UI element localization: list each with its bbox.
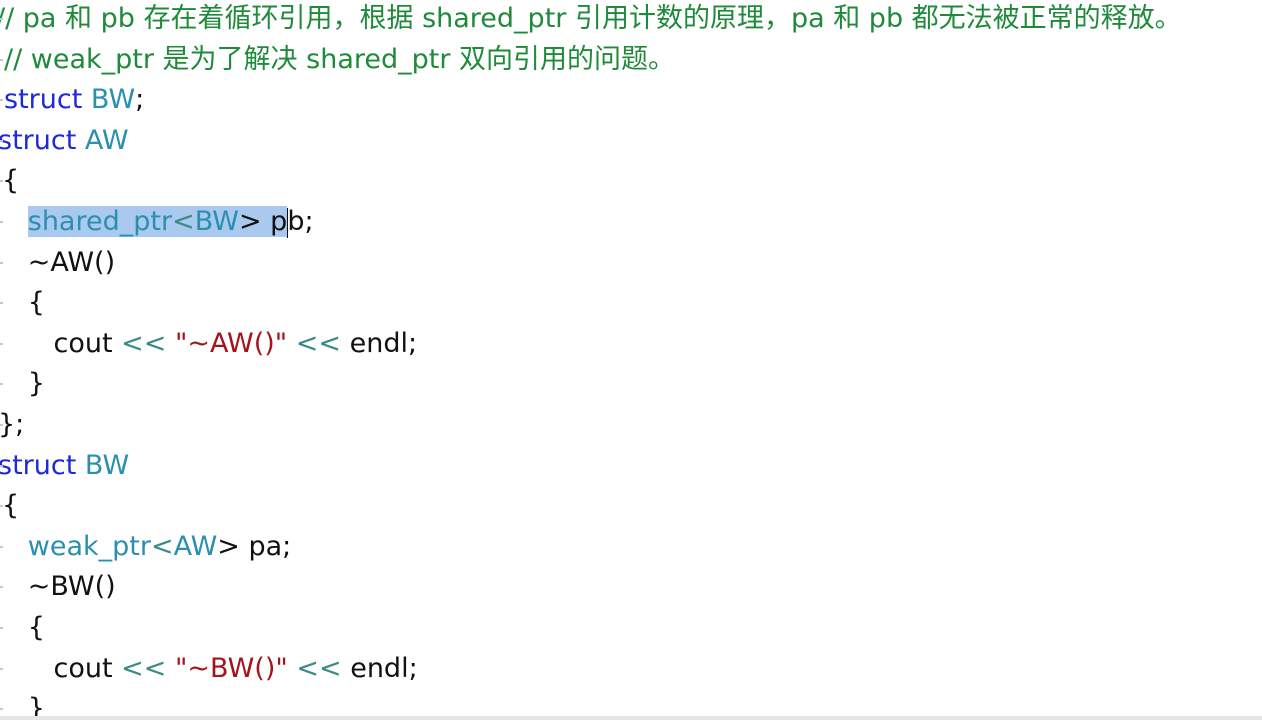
gutter-marker — [0, 18, 3, 20]
code-token: weak_ptr — [27, 530, 151, 562]
gutter-marker — [0, 99, 3, 102]
code-line[interactable]: ~BW() — [2, 566, 116, 607]
code-editor[interactable]: // pa 和 pb 存在着循环引用，根据 shared_ptr 引用计数的原理… — [0, 0, 1262, 716]
code-token: "~BW()" — [174, 652, 288, 684]
code-line[interactable]: struct BW; — [4, 79, 144, 120]
code-token: shared_ptr — [27, 206, 173, 237]
gutter-marker — [0, 505, 3, 508]
gutter-marker — [0, 545, 3, 548]
code-token: < — [172, 206, 195, 237]
code-line[interactable]: { — [2, 607, 45, 648]
code-line[interactable]: shared_ptr<BW> pb; — [2, 201, 314, 242]
code-line[interactable]: }; — [0, 404, 24, 445]
code-line[interactable]: struct BW — [0, 445, 129, 486]
gutter-marker — [0, 221, 3, 223]
gutter-marker — [0, 58, 3, 61]
gutter-marker — [0, 383, 3, 386]
code-token: { — [2, 612, 45, 643]
code-line[interactable]: { — [2, 485, 19, 526]
code-token: << — [296, 652, 342, 684]
code-token: { — [2, 287, 45, 319]
code-token: << — [121, 652, 167, 684]
code-token: > pa; — [217, 530, 292, 562]
gutter-marker — [0, 667, 3, 670]
code-token: BW — [194, 206, 239, 237]
code-line[interactable]: // pa 和 pb 存在着循环引用，根据 shared_ptr 引用计数的原理… — [0, 0, 1182, 39]
gutter-marker — [0, 708, 3, 711]
code-line[interactable]: } — [2, 363, 45, 404]
gutter-marker — [0, 180, 3, 183]
code-token: endl; — [341, 652, 418, 684]
code-token: endl; — [341, 327, 418, 359]
code-token: struct — [0, 124, 77, 156]
code-token: < — [150, 530, 174, 562]
gutter-marker — [0, 464, 3, 467]
editor-bottom-edge — [0, 716, 1262, 720]
code-line[interactable]: weak_ptr<AW> pa; — [2, 526, 292, 567]
code-token: } — [2, 693, 45, 716]
code-token: BW — [76, 449, 130, 481]
gutter-marker — [0, 261, 3, 264]
code-line[interactable]: ~AW() — [2, 242, 115, 283]
code-token: // pa 和 pb 存在着循环引用，根据 shared_ptr 引用计数的原理… — [0, 3, 1182, 34]
gutter-marker — [0, 342, 3, 345]
code-line[interactable]: // weak_ptr 是为了解决 shared_ptr 双向引用的问题。 — [4, 39, 675, 80]
code-token: AW — [173, 530, 218, 562]
code-token: ~BW() — [2, 571, 116, 603]
code-token: << — [121, 327, 167, 359]
code-token: cout — [2, 652, 122, 684]
code-token: AW — [76, 124, 129, 156]
gutter-marker — [0, 139, 3, 142]
code-token: { — [2, 490, 20, 522]
code-token: struct — [4, 84, 83, 116]
code-token: // weak_ptr 是为了解决 shared_ptr 双向引用的问题。 — [4, 43, 676, 75]
code-line[interactable]: } — [2, 688, 45, 716]
code-line[interactable]: cout << "~BW()" << endl; — [2, 648, 418, 689]
code-token: ; — [135, 84, 145, 116]
code-line[interactable]: { — [2, 160, 19, 201]
code-token: << — [295, 327, 342, 359]
code-token: cout — [2, 327, 122, 359]
code-token: { — [2, 165, 20, 197]
code-token: } — [2, 368, 45, 400]
code-line[interactable]: { — [2, 282, 45, 323]
code-token: struct — [0, 449, 77, 481]
code-token: > p — [238, 206, 288, 237]
code-token: BW — [82, 84, 136, 116]
code-token: }; — [0, 409, 25, 440]
code-token: b; — [287, 206, 314, 237]
gutter-marker — [0, 302, 3, 305]
gutter-marker — [0, 586, 3, 589]
code-line[interactable]: cout << "~AW()" << endl; — [2, 323, 417, 364]
gutter-marker — [0, 424, 3, 426]
gutter-marker — [0, 627, 3, 629]
code-token: ~AW() — [2, 246, 116, 278]
code-token: "~AW()" — [174, 327, 288, 359]
code-line[interactable]: struct AW — [0, 120, 129, 161]
